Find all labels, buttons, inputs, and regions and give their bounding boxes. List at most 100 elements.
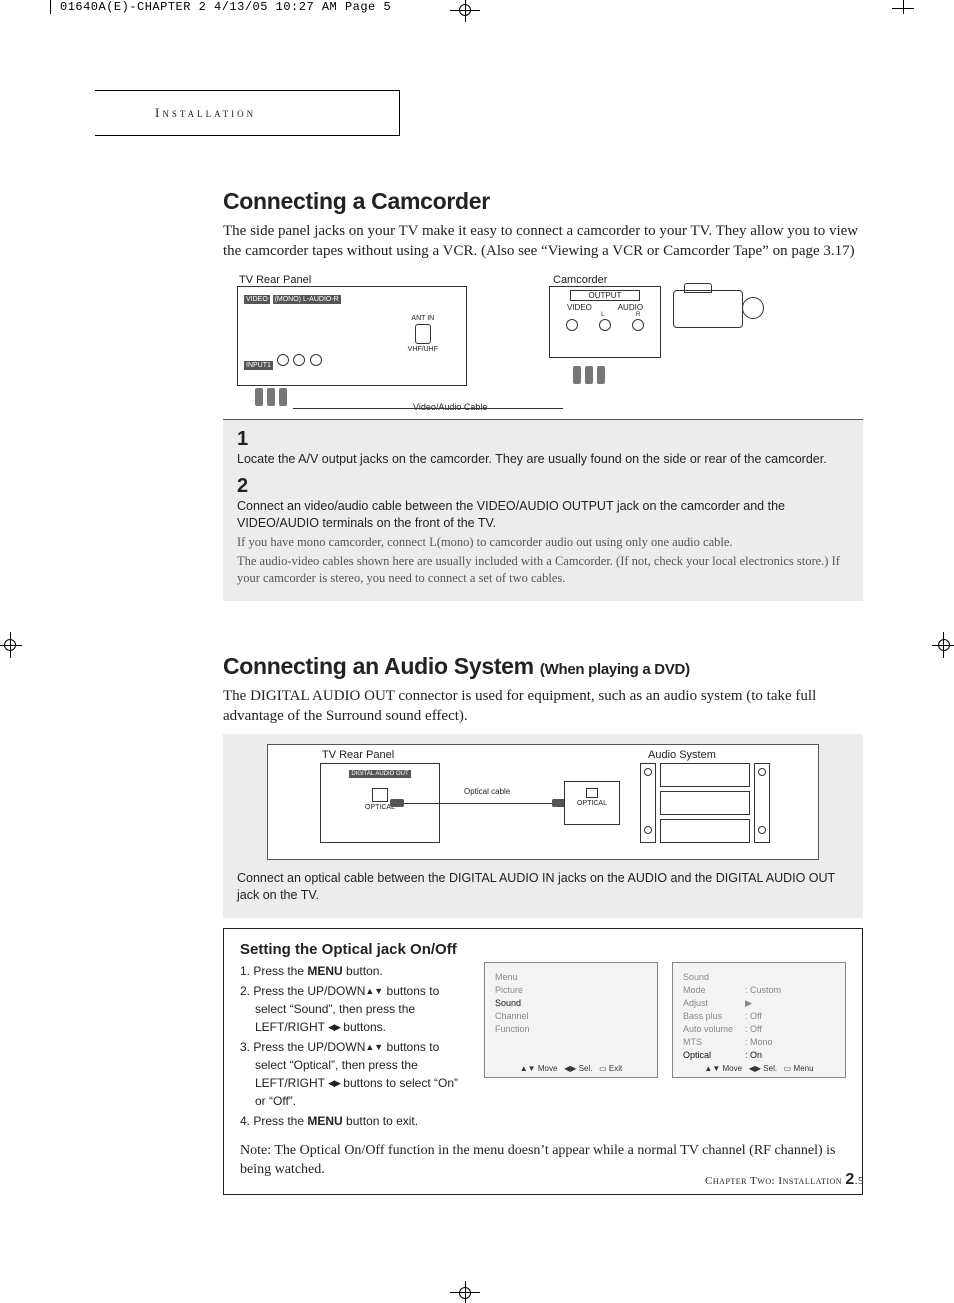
diagram-camcorder-connection: TV Rear Panel Camcorder VIDEO (MONO) L-A… <box>223 270 863 420</box>
list-item: 1. Press the MENU button. <box>240 962 470 980</box>
manual-page: 01640A(E)-CHAPTER 2 4/13/05 10:27 AM Pag… <box>0 0 954 1303</box>
osd-item: Function <box>495 1023 647 1036</box>
osd-item: Picture <box>495 984 647 997</box>
left-right-icon: ◀▶ <box>749 1064 761 1073</box>
left-right-icon: ◀▶ <box>328 1022 340 1032</box>
crop-mark <box>459 4 471 16</box>
section-title: Connecting an Audio System <box>223 653 534 679</box>
osd-item-selected: Sound <box>495 997 647 1010</box>
up-down-icon: ▲▼ <box>365 1042 383 1052</box>
print-slug: 01640A(E)-CHAPTER 2 4/13/05 10:27 AM Pag… <box>60 0 391 14</box>
section-heading-camcorder: Connecting a Camcorder <box>223 188 863 215</box>
vhf-uhf-label: VHF/UHF <box>408 346 438 353</box>
osd-row: Auto volume: Off <box>683 1023 835 1036</box>
diagram-label-audio-system: Audio System <box>648 749 716 761</box>
audio-r-label: R <box>636 312 640 318</box>
osd-row: Bass plus: Off <box>683 1010 835 1023</box>
cable-plugs-icon <box>571 366 607 387</box>
diagram-label-camcorder: Camcorder <box>553 274 607 286</box>
chapter-tab-label: Installation <box>155 105 256 121</box>
osd-sound-screenshot: Sound Mode: Custom Adjust▶ Bass plus: Of… <box>672 962 846 1078</box>
up-down-icon: ▲▼ <box>365 986 383 996</box>
osd-title: Sound <box>683 971 835 984</box>
osd-row: MTS: Mono <box>683 1036 835 1049</box>
step-text: Connect an video/audio cable between the… <box>237 498 849 532</box>
osd-title: Menu <box>495 971 647 984</box>
crop-mark <box>459 1287 471 1299</box>
video-label: VIDEO <box>567 303 592 312</box>
section-heading-audio: Connecting an Audio System (When playing… <box>223 653 863 680</box>
diagram-audio-connection: TV Rear Panel Audio System DIGITAL AUDIO… <box>267 744 819 860</box>
step-subtext: The audio-video cables shown here are us… <box>237 553 849 587</box>
step-text: Locate the A/V output jacks on the camco… <box>237 451 849 468</box>
jack-icon <box>293 354 305 366</box>
optical-setting-box: Setting the Optical jack On/Off 1. Press… <box>223 928 863 1195</box>
cable-plugs-icon <box>253 388 289 409</box>
menu-icon: ▭ <box>599 1064 607 1073</box>
step-text: Connect an optical cable between the DIG… <box>237 870 849 904</box>
optical-cable-icon <box>398 799 558 809</box>
cable-label: Video/Audio Cable <box>413 402 487 412</box>
section-intro: The side panel jacks on your TV make it … <box>223 221 863 262</box>
osd-row: Mode: Custom <box>683 984 835 997</box>
osd-footer: ▲▼ Move ◀▶ Sel. ▭ Exit <box>485 1064 657 1073</box>
up-down-icon: ▲▼ <box>704 1064 720 1073</box>
section-intro: The DIGITAL AUDIO OUT connector is used … <box>223 686 863 727</box>
step-subtext: If you have mono camcorder, connect L(mo… <box>237 534 849 551</box>
jack-icon <box>632 319 644 331</box>
input1-label: INPUT1 <box>244 361 273 370</box>
osd-row-selected: Optical: On <box>683 1049 835 1062</box>
page-content: Installation Connecting a Camcorder The … <box>95 90 865 1195</box>
cable-label: Optical cable <box>464 787 510 796</box>
video-label: VIDEO <box>244 295 270 304</box>
osd-menu-screenshot: Menu Picture Sound Channel Function ▲▼ M… <box>484 962 658 1078</box>
audio-system-optical-box: OPTICAL <box>564 781 620 825</box>
diagram-label-tv: TV Rear Panel <box>322 749 394 761</box>
optical-label: OPTICAL <box>565 800 619 807</box>
footer-page-num: 2 <box>845 1171 854 1188</box>
left-right-icon: ◀▶ <box>328 1078 340 1088</box>
footer-chapter: Chapter Two: Installation <box>705 1175 845 1187</box>
osd-row: Adjust▶ <box>683 997 835 1010</box>
audio-label: AUDIO <box>618 303 643 312</box>
up-down-icon: ▲▼ <box>520 1064 536 1073</box>
audio-l-label: L <box>601 312 604 318</box>
crop-mark <box>892 8 914 9</box>
mono-audio-label: (MONO) L-AUDIO-R <box>273 295 341 304</box>
optical-steps-list: 1. Press the MENU button. 2. Press the U… <box>240 962 470 1132</box>
crop-mark <box>903 0 904 14</box>
chapter-tab: Installation <box>95 90 400 136</box>
output-label: OUTPUT <box>570 290 640 301</box>
ant-in-label: ANT IN <box>408 315 438 322</box>
audio-steps-block: TV Rear Panel Audio System DIGITAL AUDIO… <box>223 734 863 918</box>
list-item: 2. Press the UP/DOWN▲▼ buttons to select… <box>240 982 470 1036</box>
osd-footer: ▲▼ Move ◀▶ Sel. ▭ Menu <box>673 1064 845 1073</box>
jack-icon <box>310 354 322 366</box>
menu-icon: ▭ <box>784 1064 792 1073</box>
tv-rear-panel-box: VIDEO (MONO) L-AUDIO-R INPUT1 ANT IN <box>237 286 467 386</box>
camcorder-steps-block: TV Rear Panel Camcorder VIDEO (MONO) L-A… <box>223 270 863 601</box>
crop-mark <box>4 639 16 651</box>
jack-icon <box>599 319 611 331</box>
camcorder-output-box: OUTPUT VIDEO AUDIO L R <box>549 286 661 358</box>
step-number: 1 <box>237 428 849 451</box>
footer-page-suffix: .5 <box>855 1175 864 1187</box>
step-number: 2 <box>237 475 849 498</box>
box-heading: Setting the Optical jack On/Off <box>240 941 846 958</box>
optical-port-icon <box>586 788 598 798</box>
crop-mark <box>938 639 950 651</box>
list-item: 3. Press the UP/DOWN▲▼ buttons to select… <box>240 1038 470 1110</box>
page-footer: Chapter Two: Installation 2.5 <box>705 1171 864 1189</box>
digital-audio-out-label: DIGITAL AUDIO OUT <box>349 770 410 778</box>
jack-icon <box>566 319 578 331</box>
jack-icon <box>277 354 289 366</box>
audio-system-icon <box>640 763 770 843</box>
left-right-icon: ◀▶ <box>564 1064 576 1073</box>
osd-item: Channel <box>495 1010 647 1023</box>
section-subtitle: (When playing a DVD) <box>540 661 690 678</box>
cable-line <box>293 408 563 409</box>
list-item: 4. Press the MENU button to exit. <box>240 1112 470 1130</box>
diagram-label-tv: TV Rear Panel <box>239 274 311 286</box>
crop-mark <box>50 0 51 14</box>
optical-port-icon <box>372 788 388 802</box>
